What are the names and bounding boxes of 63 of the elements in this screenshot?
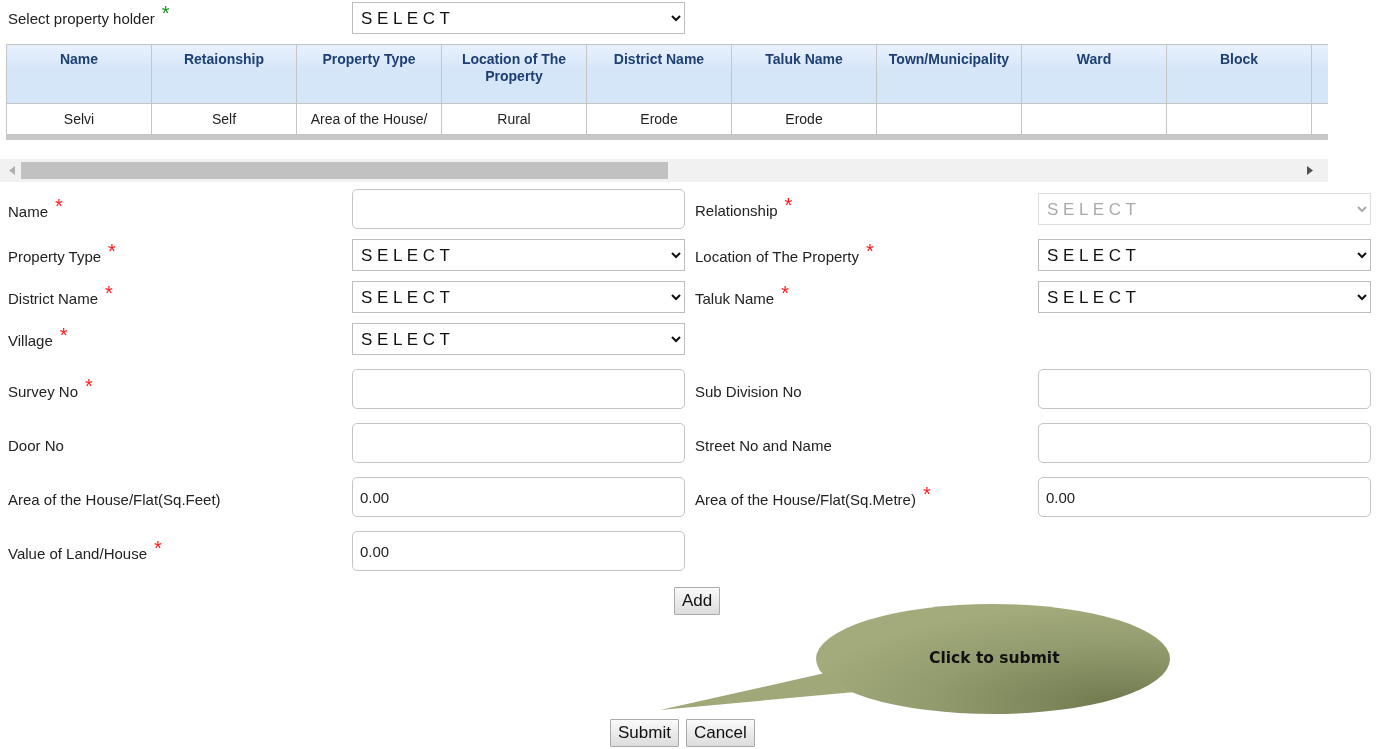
required-asterisk: * xyxy=(55,194,63,218)
cancel-button[interactable]: Cancel xyxy=(685,719,755,747)
select-field[interactable]: S E L E C T xyxy=(352,2,685,34)
table-cell: Erode xyxy=(731,103,877,135)
select-field[interactable]: S E L E C T xyxy=(1038,239,1371,271)
input-field[interactable]: 0.00 xyxy=(352,477,685,517)
field-label: Village xyxy=(8,331,53,349)
field-label: Property Type xyxy=(8,247,102,265)
input-field[interactable] xyxy=(352,369,685,409)
field-label: Name xyxy=(8,202,48,220)
select-field[interactable]: S E L E C T xyxy=(352,281,685,313)
column-header: Ward xyxy=(1021,44,1167,104)
field-label: Door No xyxy=(8,436,64,454)
required-asterisk: * xyxy=(105,281,113,305)
column-header: Block xyxy=(1166,44,1312,104)
horizontal-scrollbar[interactable] xyxy=(0,159,1328,182)
scroll-left-icon[interactable] xyxy=(9,166,15,175)
scrollbar-thumb[interactable] xyxy=(21,162,668,179)
required-asterisk: * xyxy=(922,482,931,506)
field-label: Value of Land/House xyxy=(8,544,147,562)
column-header: Town/Municipality xyxy=(876,44,1022,104)
field-label: Location of The Property xyxy=(695,247,859,265)
required-asterisk: * xyxy=(781,281,789,305)
field-label: Select property holder xyxy=(8,9,155,27)
column-header: Property Type xyxy=(296,44,442,104)
submit-button[interactable]: Submit xyxy=(610,719,679,747)
field-label: Taluk Name xyxy=(695,289,775,307)
input-field[interactable] xyxy=(352,189,685,229)
select-field[interactable]: S E L E C T xyxy=(1038,281,1371,313)
column-header: Location of The Property xyxy=(441,44,587,104)
column-header: Name xyxy=(6,44,152,104)
table-cell: Rural xyxy=(441,103,587,135)
field-label: Area of the House/Flat(Sq.Metre) xyxy=(695,490,916,508)
required-asterisk: * xyxy=(866,239,874,263)
input-field[interactable]: 0.00 xyxy=(352,531,685,571)
table-cell: Area of the House/ xyxy=(296,103,442,135)
required-asterisk: * xyxy=(59,323,68,347)
field-label: Area of the House/Flat(Sq.Feet) xyxy=(8,490,221,508)
column-header: Taluk Name xyxy=(731,44,877,104)
callout-text: Click to submit xyxy=(929,649,1060,667)
select-field[interactable]: S E L E C T xyxy=(352,323,685,355)
required-asterisk: * xyxy=(784,193,793,217)
input-field[interactable]: 0.00 xyxy=(1038,477,1371,517)
add-button[interactable]: Add xyxy=(673,587,721,615)
input-field[interactable] xyxy=(1038,423,1371,463)
input-field[interactable] xyxy=(352,423,685,463)
required-asterisk: * xyxy=(108,239,116,263)
column-header: Retaionship xyxy=(151,44,297,104)
table-cell: Selvi xyxy=(6,103,152,135)
table-cell: Erode xyxy=(586,103,732,135)
field-label: Survey No xyxy=(8,382,79,400)
column-header: District Name xyxy=(586,44,732,104)
field-label: Sub Division No xyxy=(695,382,802,400)
required-asterisk: * xyxy=(154,536,162,560)
scroll-right-icon[interactable] xyxy=(1307,166,1313,175)
field-label: Relationship xyxy=(695,201,778,219)
field-label: Street No and Name xyxy=(695,436,832,454)
table-cell: Self xyxy=(151,103,297,135)
field-label: District Name xyxy=(8,289,98,307)
select-field[interactable]: S E L E C T xyxy=(352,239,685,271)
input-field[interactable] xyxy=(1038,369,1371,409)
required-asterisk: * xyxy=(161,1,170,25)
required-asterisk: * xyxy=(85,374,93,398)
